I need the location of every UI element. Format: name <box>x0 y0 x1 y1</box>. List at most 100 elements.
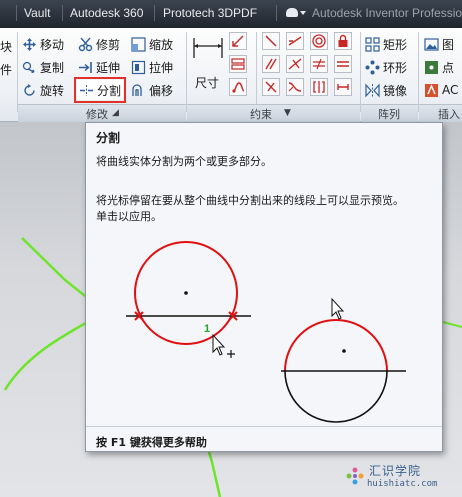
watermark: 汇识学院 huishiatc.com <box>345 462 460 496</box>
points-icon <box>424 60 439 75</box>
split-tooltip: 分割 将曲线实体分割为两个或更多部分。 将光标停留在要从整个曲线中分割出来的线段… <box>85 122 443 452</box>
tooltip-detail-line-2: 单击以应用。 <box>96 210 162 223</box>
show-constraints-button[interactable] <box>229 55 247 73</box>
circular-pattern-label: 环形 <box>383 60 408 75</box>
tooltip-help-hint: 按 F1 键获得更多帮助 <box>96 436 207 449</box>
pattern-panel-label: 阵列 <box>378 108 400 121</box>
expand-arrow-icon[interactable]: ◢ <box>112 108 119 118</box>
cursor-icon <box>331 297 345 320</box>
extend-icon <box>78 60 93 75</box>
constraint-parallel-button[interactable] <box>262 55 280 73</box>
menu-prototech-3dpdf[interactable]: Prototech 3DPDF <box>163 6 257 20</box>
copy-button[interactable]: 复制 <box>22 57 64 77</box>
circular-pattern-icon <box>365 60 380 75</box>
crosshair-icon <box>227 350 235 358</box>
mirror-label: 镜像 <box>383 83 408 98</box>
tooltip-description: 将曲线实体分割为两个或更多部分。 <box>96 155 272 168</box>
cursor-icon <box>212 333 226 356</box>
constraint-equal-button[interactable] <box>334 55 352 73</box>
lock-icon[interactable] <box>334 32 352 50</box>
circle-center-point <box>184 291 188 295</box>
menu-bar: Vault Autodesk 360 Prototech 3DPDF Autod… <box>0 0 462 28</box>
dimension-icon <box>192 36 224 60</box>
offset-icon <box>131 83 146 98</box>
ribbon: 块 件 移动 修剪 缩放 复制 延伸 拉伸 旋转 分割 偏移 尺寸 矩形 环形 … <box>0 28 462 122</box>
offset-button[interactable]: 偏移 <box>131 80 173 100</box>
circular-pattern-button[interactable]: 环形 <box>365 57 407 77</box>
scale-icon <box>131 36 146 52</box>
tooltip-divider <box>86 426 442 427</box>
tooltip-detail-line-1: 将光标停留在要从整个曲线中分割出来的线段上可以显示预览。 <box>96 194 404 207</box>
result-arc-lower <box>284 370 388 423</box>
cloud-icon[interactable] <box>286 8 298 17</box>
insert-acad-button[interactable]: AC <box>424 80 458 100</box>
modify-panel-label: 修改 <box>86 108 108 121</box>
constraint-fix-button[interactable] <box>334 78 352 96</box>
extend-label: 延伸 <box>96 60 121 75</box>
rotate-label: 旋转 <box>40 83 65 98</box>
acad-icon <box>424 83 439 98</box>
result-center-point <box>342 349 346 353</box>
constraint-perpendicular-button[interactable] <box>286 55 304 73</box>
stretch-button[interactable]: 拉伸 <box>131 57 173 77</box>
copy-label: 复制 <box>40 60 65 75</box>
split-icon <box>79 83 94 98</box>
watermark-logo-icon <box>346 467 364 485</box>
insert-image-label: 图 <box>442 37 455 52</box>
split-button[interactable]: 分割 <box>73 77 127 103</box>
dimension-button[interactable]: 尺寸 <box>190 32 226 100</box>
constraint-collinear-button[interactable] <box>286 32 304 50</box>
stretch-label: 拉伸 <box>149 60 174 75</box>
constrain-panel-bar[interactable] <box>187 104 360 122</box>
ribbon-left-item-2[interactable]: 件 <box>0 59 12 79</box>
dimension-label: 尺寸 <box>195 76 220 90</box>
constraint-coincident-button[interactable] <box>262 32 280 50</box>
trim-icon <box>78 37 93 52</box>
tooltip-title: 分割 <box>96 131 121 145</box>
rectangular-pattern-icon <box>365 36 380 52</box>
app-title: Autodesk Inventor Professional <box>312 6 462 20</box>
trim-label: 修剪 <box>96 37 121 52</box>
point-label: 1 <box>204 323 210 335</box>
chevron-down-icon[interactable] <box>300 11 306 15</box>
ribbon-left-item-1[interactable]: 块 <box>0 36 12 56</box>
move-label: 移动 <box>40 37 65 52</box>
split-illustration: 1 <box>126 241 406 423</box>
trim-button[interactable]: 修剪 <box>78 34 120 54</box>
auto-dimension-button[interactable] <box>229 32 247 50</box>
copy-icon <box>22 60 37 75</box>
scale-button[interactable]: 缩放 <box>131 34 173 54</box>
insert-points-label: 点 <box>442 60 455 75</box>
constraint-horizontal-button[interactable] <box>310 55 328 73</box>
insert-image-button[interactable]: 图 <box>424 34 454 54</box>
mirror-icon <box>365 82 380 98</box>
stretch-icon <box>131 60 146 75</box>
mirror-button[interactable]: 镜像 <box>365 80 407 100</box>
constrain-panel-label: 约束 <box>250 108 272 121</box>
image-icon <box>424 37 439 52</box>
split-label: 分割 <box>97 83 122 98</box>
move-icon <box>22 37 37 52</box>
rotate-icon <box>22 83 37 98</box>
menu-autodesk-360[interactable]: Autodesk 360 <box>70 6 143 20</box>
insert-acad-label: AC <box>442 83 459 97</box>
constraint-symmetric-button[interactable] <box>310 78 328 96</box>
watermark-url: huishiatc.com <box>367 479 438 489</box>
insert-panel-label: 插入 <box>438 108 460 121</box>
constraint-smooth-button[interactable] <box>286 78 304 96</box>
rectangular-pattern-button[interactable]: 矩形 <box>365 34 407 54</box>
insert-points-button[interactable]: 点 <box>424 57 454 77</box>
relax-button[interactable] <box>229 78 247 96</box>
rectangular-pattern-label: 矩形 <box>383 37 408 52</box>
scale-label: 缩放 <box>149 37 174 52</box>
chevron-down-icon[interactable]: ▼ <box>284 108 291 118</box>
constraint-concentric-button[interactable] <box>310 32 328 50</box>
constraint-tangent-button[interactable] <box>262 78 280 96</box>
offset-label: 偏移 <box>149 83 174 98</box>
watermark-name: 汇识学院 <box>369 464 422 478</box>
menu-vault[interactable]: Vault <box>24 6 50 20</box>
rotate-button[interactable]: 旋转 <box>22 80 64 100</box>
move-button[interactable]: 移动 <box>22 34 64 54</box>
extend-button[interactable]: 延伸 <box>78 57 120 77</box>
result-arc-upper <box>284 319 388 372</box>
